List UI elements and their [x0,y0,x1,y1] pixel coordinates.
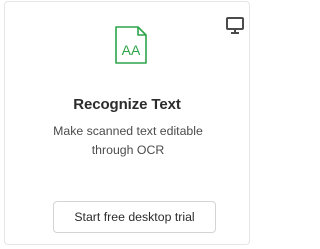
tool-card: AA Recognize Text Make scanned text edit… [4,1,250,245]
recognize-text-document-icon: AA [115,26,147,64]
card-description: Make scanned text editable through OCR [53,124,203,157]
tool-icon-glyph: AA [122,42,141,58]
card-title: Recognize Text [73,96,181,113]
desktop-computer-icon [226,17,244,34]
start-free-desktop-trial-button[interactable]: Start free desktop trial [53,201,216,233]
